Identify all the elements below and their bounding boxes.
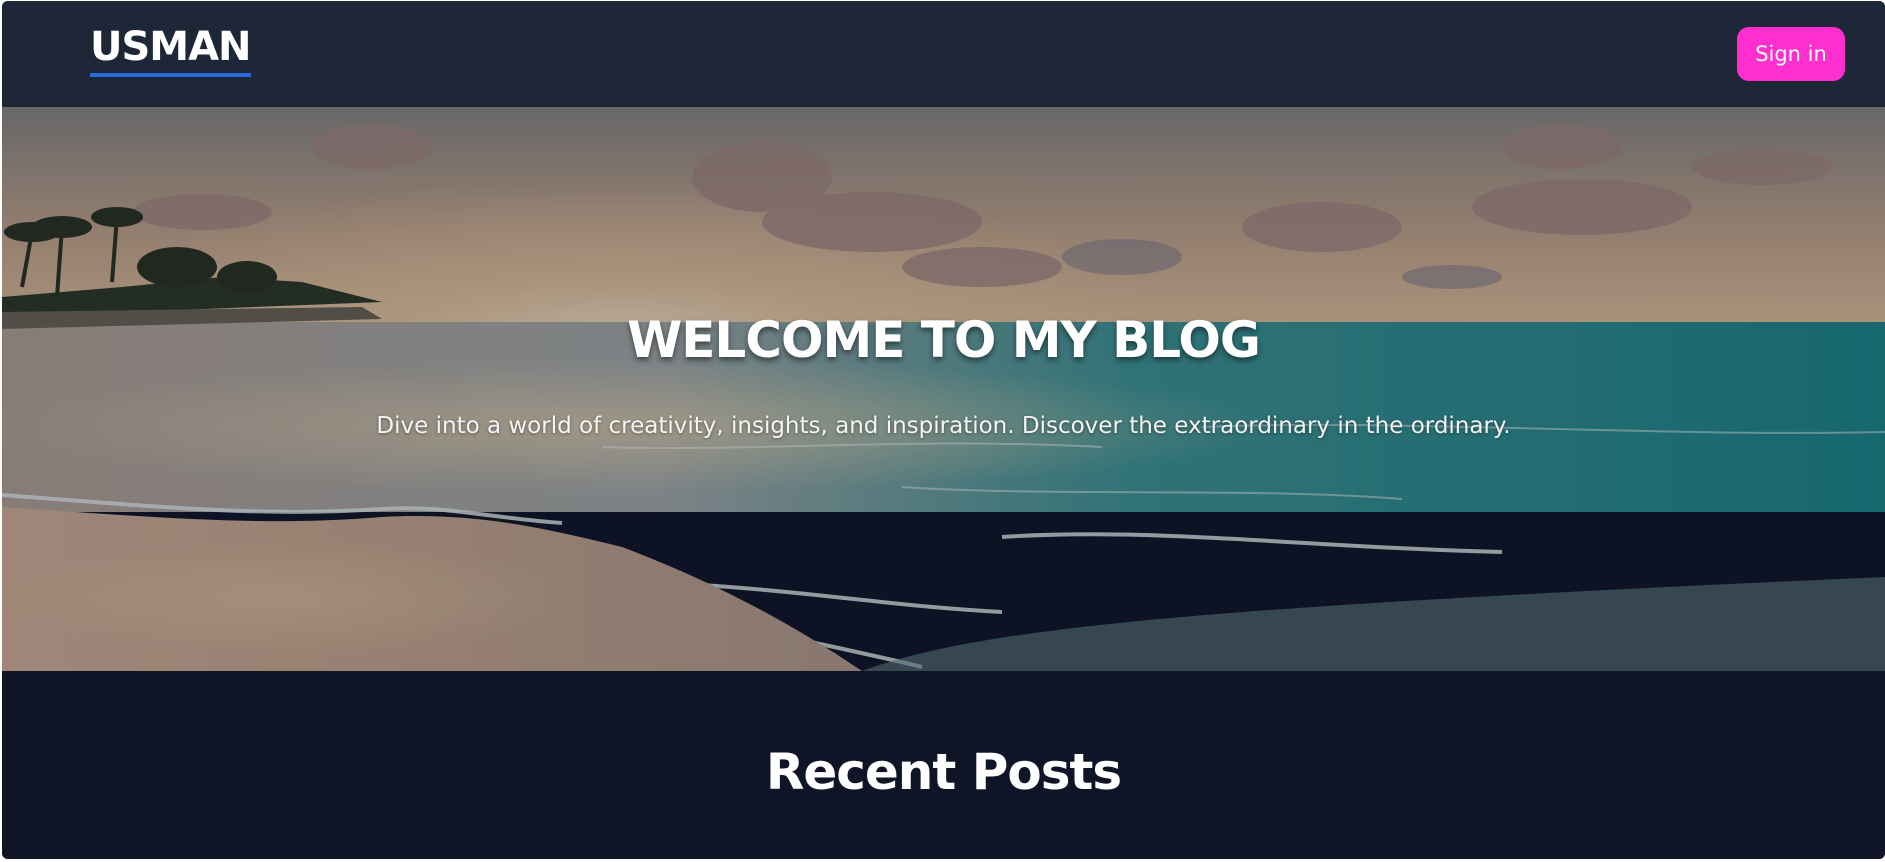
page-frame: USMAN Sign in WELCOME TO MY BLOG Dive in… xyxy=(2,1,1885,859)
site-logo[interactable]: USMAN xyxy=(90,23,252,77)
hero-section: WELCOME TO MY BLOG Dive into a world of … xyxy=(2,107,1885,671)
recent-posts-section: Recent Posts xyxy=(2,671,1885,859)
navbar: USMAN Sign in xyxy=(2,1,1885,107)
sign-in-button[interactable]: Sign in xyxy=(1737,27,1845,81)
hero-overlay xyxy=(2,107,1885,671)
hero-title: WELCOME TO MY BLOG xyxy=(627,311,1261,369)
hero-subtitle: Dive into a world of creativity, insight… xyxy=(376,413,1511,439)
recent-posts-heading: Recent Posts xyxy=(765,743,1122,801)
